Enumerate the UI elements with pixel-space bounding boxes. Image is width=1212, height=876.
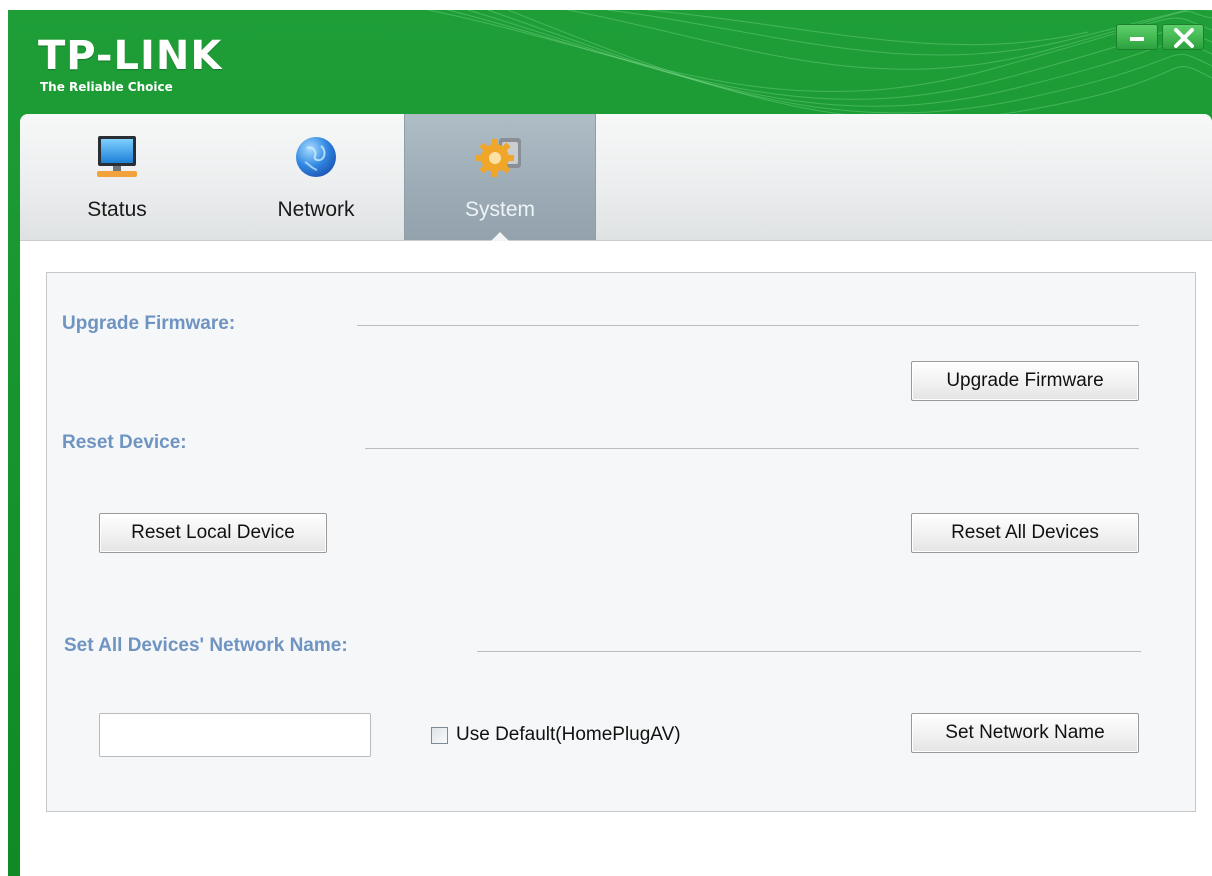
- close-button[interactable]: [1162, 24, 1204, 50]
- tab-bar: Status Network System: [20, 114, 1212, 241]
- close-icon: [1174, 28, 1194, 48]
- selected-tab-pointer: [491, 232, 509, 241]
- globe-icon: [296, 137, 336, 177]
- network-name-title: Set All Devices' Network Name:: [64, 635, 348, 656]
- tab-status-label: Status: [87, 198, 147, 221]
- tp-link-logo: TP-LINK The Reliable Choice: [38, 36, 222, 94]
- reset-device-title: Reset Device:: [62, 432, 187, 453]
- tab-status[interactable]: Status: [58, 114, 176, 240]
- use-default-checkbox[interactable]: [431, 726, 448, 744]
- upgrade-firmware-title: Upgrade Firmware:: [62, 313, 236, 334]
- main-content: Status Network System Upgrade Firmware: …: [20, 114, 1212, 876]
- tab-system[interactable]: System: [404, 114, 596, 241]
- gear-icon: [476, 138, 521, 177]
- minimize-button[interactable]: [1116, 24, 1158, 50]
- system-panel: Upgrade Firmware: Upgrade Firmware Reset…: [46, 272, 1196, 812]
- use-default-option[interactable]: Use Default(HomePlugAV): [431, 724, 681, 746]
- upgrade-firmware-button[interactable]: Upgrade Firmware: [911, 361, 1139, 401]
- upgrade-firmware-divider: [357, 325, 1139, 326]
- brand-name: TP-LINK: [38, 33, 223, 79]
- tab-network-label: Network: [277, 198, 355, 221]
- brand-tagline: The Reliable Choice: [40, 80, 173, 94]
- network-name-divider: [477, 651, 1141, 652]
- app-window: TP-LINK The Reliable Choice Status Netwo…: [8, 10, 1212, 876]
- monitor-icon: [97, 136, 137, 177]
- window-controls: [1116, 24, 1204, 50]
- minimize-icon: [1130, 37, 1144, 41]
- set-network-name-button[interactable]: Set Network Name: [911, 713, 1139, 753]
- reset-device-divider: [365, 448, 1139, 449]
- reset-all-devices-button[interactable]: Reset All Devices: [911, 513, 1139, 553]
- tab-network[interactable]: Network: [252, 114, 380, 240]
- use-default-label[interactable]: Use Default(HomePlugAV): [456, 724, 681, 746]
- network-name-input[interactable]: [99, 713, 371, 757]
- tab-system-label: System: [464, 198, 535, 221]
- reset-local-device-button[interactable]: Reset Local Device: [99, 513, 327, 553]
